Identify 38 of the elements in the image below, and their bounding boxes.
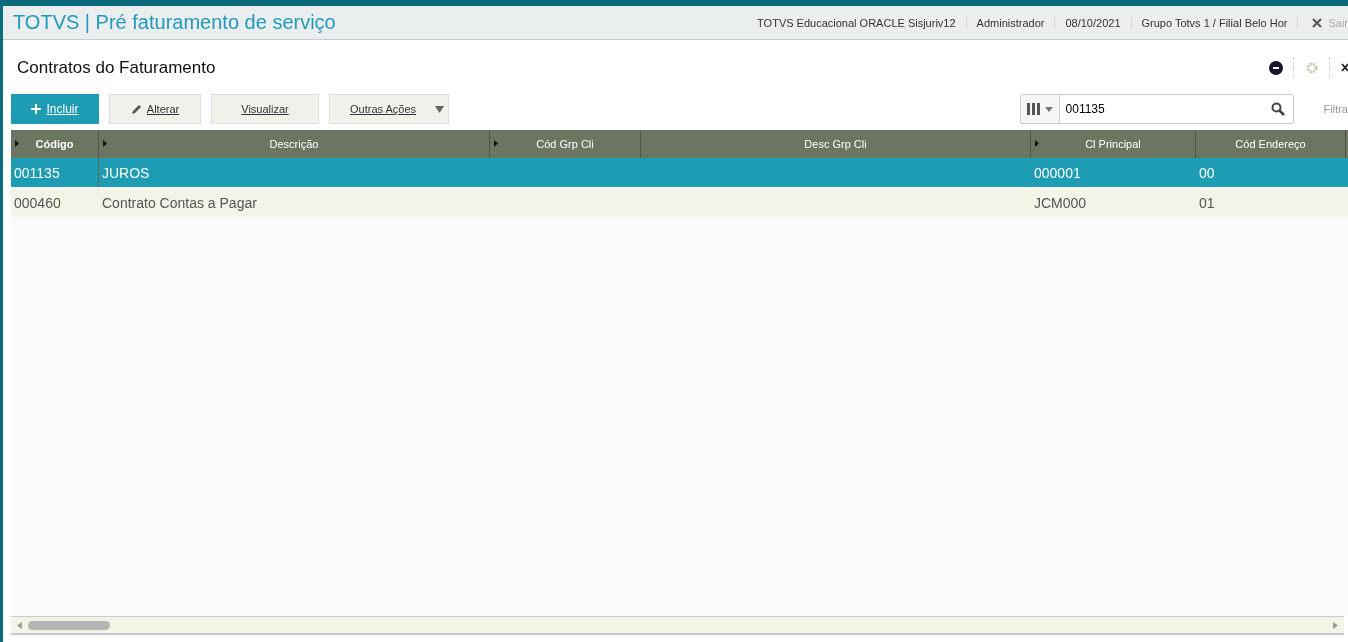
table-row[interactable]: 000460 Contrato Contas a Pagar JCM000 01 [11,188,1348,218]
toolbar-button[interactable]: Visualizar [211,94,319,124]
header-info: Administrador [966,16,1056,29]
left-arrow-icon[interactable] [17,621,22,629]
window-title: TOTVS | Pré faturamento de serviço [12,11,337,34]
search-icon[interactable] [1270,102,1285,116]
toolbar-button[interactable]: Alterar [109,94,201,124]
table-cell: 001135 [14,164,60,181]
close-icon[interactable] [1312,17,1323,28]
caret-icon [435,105,444,113]
columns-icon[interactable] [1026,103,1041,115]
table-cell: 00 [1199,164,1215,181]
triangle-icon[interactable] [15,140,19,147]
triangle-icon[interactable] [494,140,498,147]
plus-icon [31,104,42,114]
table-row[interactable]: 001135 JUROS 000001 00 [11,158,1348,188]
search-box[interactable]: 001135 [1019,94,1294,124]
triangle-icon[interactable] [103,140,107,147]
right-arrow-icon[interactable] [1333,621,1338,629]
header-info: Grupo Totvs 1 / Filial Belo Hor [1131,16,1299,29]
filter-link[interactable]: Filtra [1323,103,1348,115]
table-cell: Contrato Contas a Pagar [102,194,257,211]
toolbar-button[interactable]: Incluir [11,94,99,124]
table-cell: 000460 [14,194,61,211]
table-cell: JUROS [102,164,150,181]
header-info: 08/10/2021 [1055,16,1132,29]
table-cell: JCM000 [1034,194,1087,211]
pencil-icon [130,103,142,115]
close-icon[interactable] [1341,62,1348,74]
caret-icon[interactable] [1044,106,1053,112]
table-cell: 01 [1199,194,1215,211]
toolbar-button[interactable]: Outras Ações [329,94,449,124]
minus-circle-icon[interactable] [1269,61,1283,75]
horizontal-scrollbar[interactable] [11,616,1344,635]
page-title: Contratos do Faturamento [17,58,217,78]
table-cell: 000001 [1034,164,1081,181]
header-info: TOTVS Educacional ORACLE Sisjuriv12 [747,16,967,29]
triangle-icon[interactable] [1035,140,1039,147]
